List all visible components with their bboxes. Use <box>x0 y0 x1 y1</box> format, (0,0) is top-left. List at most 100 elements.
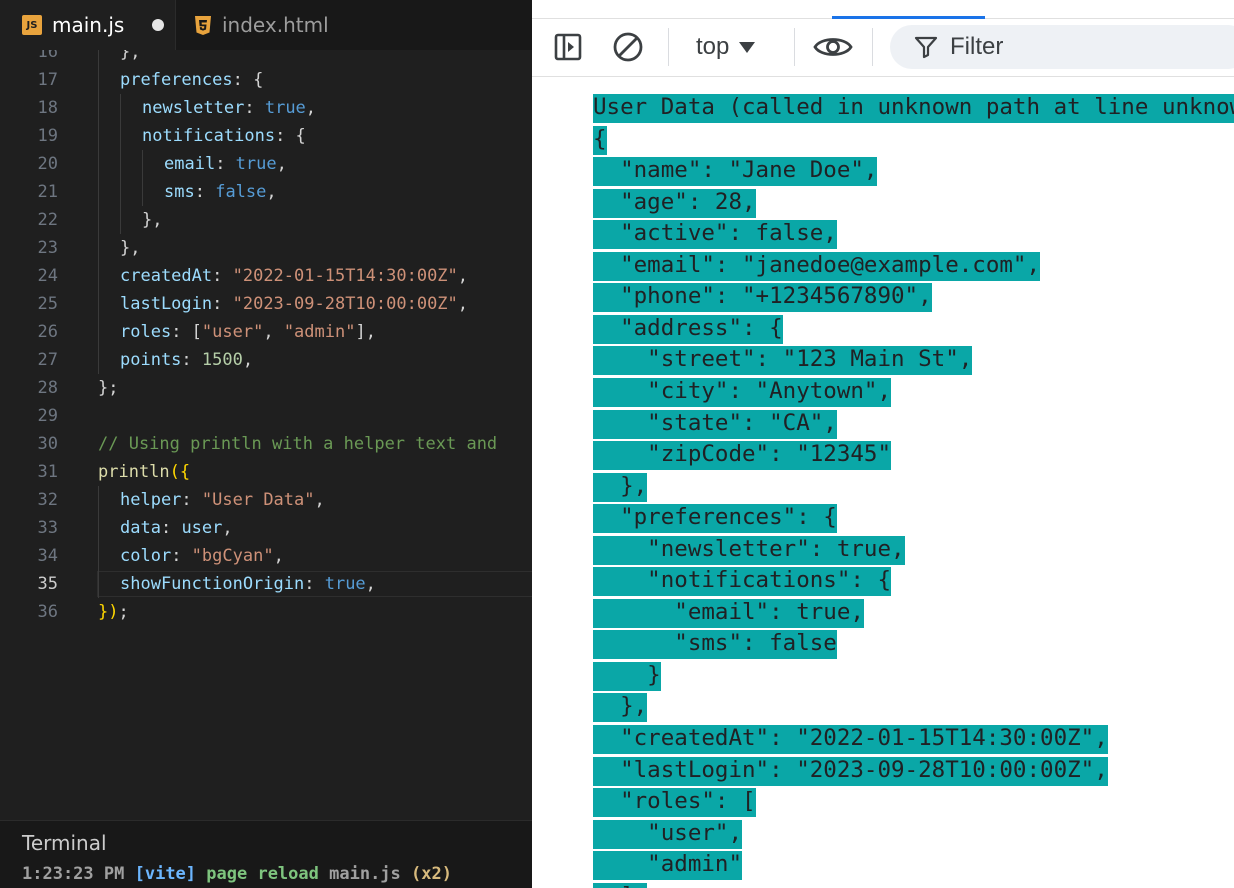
code-text: showFunctionOrigin: true, <box>120 574 376 594</box>
indent-guide <box>98 290 99 318</box>
code-text: createdAt: "2022-01-15T14:30:00Z", <box>120 266 469 286</box>
tab-index-html[interactable]: index.html <box>175 0 368 50</box>
line-number: 16 <box>37 50 58 62</box>
code-text: notifications: { <box>142 126 306 146</box>
indent-guide <box>98 50 99 66</box>
line-number: 29 <box>37 406 58 426</box>
devtools-console-panel: top Filter User Data (called in unknown … <box>532 0 1234 888</box>
line-number: 19 <box>37 126 58 146</box>
code-text: lastLogin: "2023-09-28T10:00:00Z", <box>120 294 469 314</box>
console-log-line: "street": "123 Main St", <box>593 345 973 376</box>
line-number: 30 <box>37 434 58 454</box>
tab-main-js[interactable]: JS main.js <box>0 0 175 50</box>
code-line: 33 data: user, <box>0 514 532 542</box>
context-selector[interactable]: top <box>696 29 756 65</box>
line-number: 21 <box>37 182 58 202</box>
code-text: points: 1500, <box>120 350 254 370</box>
indent-guide <box>98 66 99 94</box>
code-text: roles: ["user", "admin"], <box>120 322 376 342</box>
line-number: 18 <box>37 98 58 118</box>
code-text: color: "bgCyan", <box>120 546 284 566</box>
line-number: 26 <box>37 322 58 342</box>
indent-guide <box>98 262 99 290</box>
console-log-line: "user", <box>593 819 743 849</box>
code-line: 24 createdAt: "2022-01-15T14:30:00Z", <box>0 262 532 290</box>
line-number: 31 <box>37 462 58 482</box>
console-log-line: }, <box>593 692 648 723</box>
line-number: 36 <box>37 602 58 622</box>
log-count: (x2) <box>411 864 452 884</box>
context-label: top <box>696 33 730 60</box>
code-text: newsletter: true, <box>142 98 317 118</box>
line-number: 24 <box>37 266 58 286</box>
terminal-panel[interactable]: Terminal 1:23:23 PM [vite] page reload m… <box>0 820 532 888</box>
code-line: 23}, <box>0 234 532 262</box>
filter-input[interactable]: Filter <box>890 25 1234 69</box>
console-toolbar: top Filter <box>532 18 1234 77</box>
console-log-line: "city": "Anytown", <box>593 377 892 407</box>
code-text: println({ <box>98 462 191 482</box>
indent-guide <box>120 122 121 150</box>
console-log-line: "preferences": { <box>593 503 837 534</box>
console-log-line: "active": false, <box>593 219 837 250</box>
code-line: 32 helper: "User Data", <box>0 486 532 514</box>
show-sidebar-icon[interactable] <box>550 29 586 65</box>
indent-guide <box>120 206 121 234</box>
line-number: 34 <box>37 546 58 566</box>
line-number: 20 <box>37 154 58 174</box>
code-text: }); <box>98 602 129 622</box>
code-line: 17 preferences: { <box>0 66 532 94</box>
indent-guide <box>120 178 121 206</box>
console-log-line: "address": { <box>593 314 783 344</box>
editor-tab-bar: JS main.js index.html <box>0 0 532 50</box>
tab-label: index.html <box>222 13 329 37</box>
code-text: // Using println with a helper text and <box>98 434 498 454</box>
console-log-line: "state": "CA", <box>593 409 837 439</box>
code-text: preferences: { <box>120 70 264 90</box>
console-log-line: "createdAt": "2022-01-15T14:30:00Z", <box>593 724 1108 754</box>
console-output[interactable]: User Data (called in unknown path at lin… <box>532 77 1234 888</box>
indent-guide <box>98 234 99 262</box>
code-line: 19 notifications: { <box>0 122 532 150</box>
code-line: 26 roles: ["user", "admin"], <box>0 318 532 346</box>
indent-guide <box>98 318 99 346</box>
clear-console-icon[interactable] <box>610 29 646 65</box>
line-number: 33 <box>37 518 58 538</box>
filter-icon <box>912 33 940 61</box>
line-number: 32 <box>37 490 58 510</box>
code-line: 20 email: true, <box>0 150 532 178</box>
console-log-line: "phone": "+1234567890", <box>593 282 932 313</box>
log-tag: [vite] <box>134 864 197 884</box>
unsaved-changes-dot-icon[interactable] <box>152 19 165 31</box>
code-line: 36}); <box>0 598 532 626</box>
code-line: 21 sms: false, <box>0 178 532 206</box>
eye-icon[interactable] <box>812 29 854 65</box>
code-text: }, <box>120 50 141 62</box>
log-time: 1:23:23 PM <box>22 864 125 884</box>
console-log-line: "age": 28, <box>593 188 756 218</box>
line-number: 22 <box>37 210 58 230</box>
code-line: 22}, <box>0 206 532 234</box>
indent-guide <box>98 514 99 542</box>
console-log-line: "email": true, <box>593 598 864 628</box>
code-text: }, <box>142 210 163 230</box>
console-log-line: User Data (called in unknown path at lin… <box>593 93 1234 123</box>
indent-guide <box>98 570 99 598</box>
console-log-line: "newsletter": true, <box>593 535 905 565</box>
indent-guide <box>142 150 143 178</box>
code-text: }, <box>120 238 141 258</box>
line-number: 27 <box>37 350 58 370</box>
code-text: email: true, <box>164 154 287 174</box>
code-text: data: user, <box>120 518 233 538</box>
tab-label: main.js <box>52 13 125 37</box>
filter-placeholder: Filter <box>950 33 1004 60</box>
indent-guide <box>98 94 99 122</box>
code-area[interactable]: 16}, 17 preferences: {18 newsletter: true, 1… <box>0 50 532 820</box>
console-log-line: "sms": false <box>593 629 837 660</box>
code-line: 18 newsletter: true, <box>0 94 532 122</box>
code-line: 25 lastLogin: "2023-09-28T10:00:00Z", <box>0 290 532 318</box>
line-number: 28 <box>37 378 58 398</box>
toolbar-divider <box>794 28 795 66</box>
indent-guide <box>120 150 121 178</box>
code-line: 28}; <box>0 374 532 402</box>
